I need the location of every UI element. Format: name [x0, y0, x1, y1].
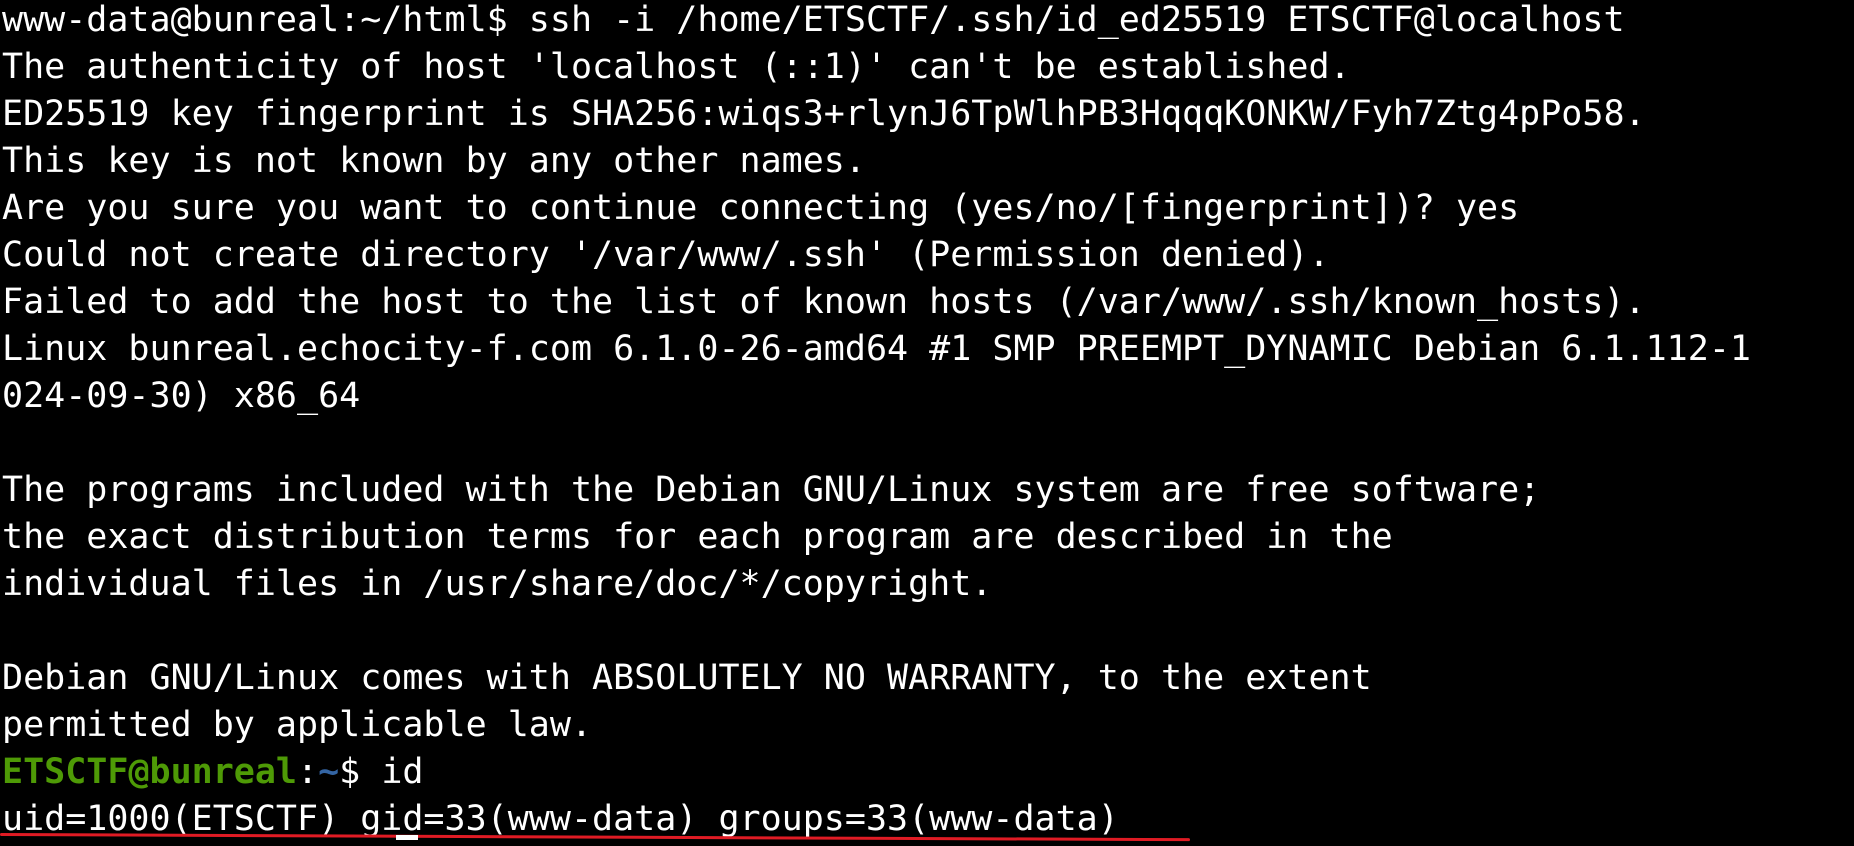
- terminal-line: This key is not known by any other names…: [2, 141, 866, 181]
- terminal-line: The authenticity of host 'localhost (::1…: [2, 47, 1351, 87]
- terminal-line: Debian GNU/Linux comes with ABSOLUTELY N…: [2, 658, 1372, 698]
- terminal-line: the exact distribution terms for each pr…: [2, 517, 1393, 557]
- prompt-separator: :: [297, 752, 319, 792]
- prompt-user-host: ETSCTF@bunreal: [2, 752, 298, 792]
- shell-prompt-line: ETSCTF@bunreal:~$ id: [2, 749, 1854, 796]
- terminal-line: ED25519 key fingerprint is SHA256:wiqs3+…: [2, 94, 1646, 134]
- terminal-line: permitted by applicable law.: [2, 705, 593, 745]
- terminal-cursor: [396, 835, 418, 840]
- prompt-path: ~: [318, 752, 340, 792]
- terminal-line: www-data@bunreal:~/html$ ssh -i /home/ET…: [2, 0, 1625, 40]
- terminal-line: 024-09-30) x86_64: [2, 376, 361, 416]
- terminal-line: Failed to add the host to the list of kn…: [2, 282, 1646, 322]
- terminal-line: Are you sure you want to continue connec…: [2, 188, 1520, 228]
- prompt-command: id: [381, 752, 424, 792]
- terminal-line: Could not create directory '/var/www/.ss…: [2, 235, 1330, 275]
- prompt-symbol: $: [339, 752, 382, 792]
- terminal-line: The programs included with the Debian GN…: [2, 470, 1541, 510]
- terminal-window[interactable]: www-data@bunreal:~/html$ ssh -i /home/ET…: [0, 0, 1854, 843]
- terminal-line: Linux bunreal.echocity-f.com 6.1.0-26-am…: [2, 329, 1751, 369]
- terminal-line: individual files in /usr/share/doc/*/cop…: [2, 564, 993, 604]
